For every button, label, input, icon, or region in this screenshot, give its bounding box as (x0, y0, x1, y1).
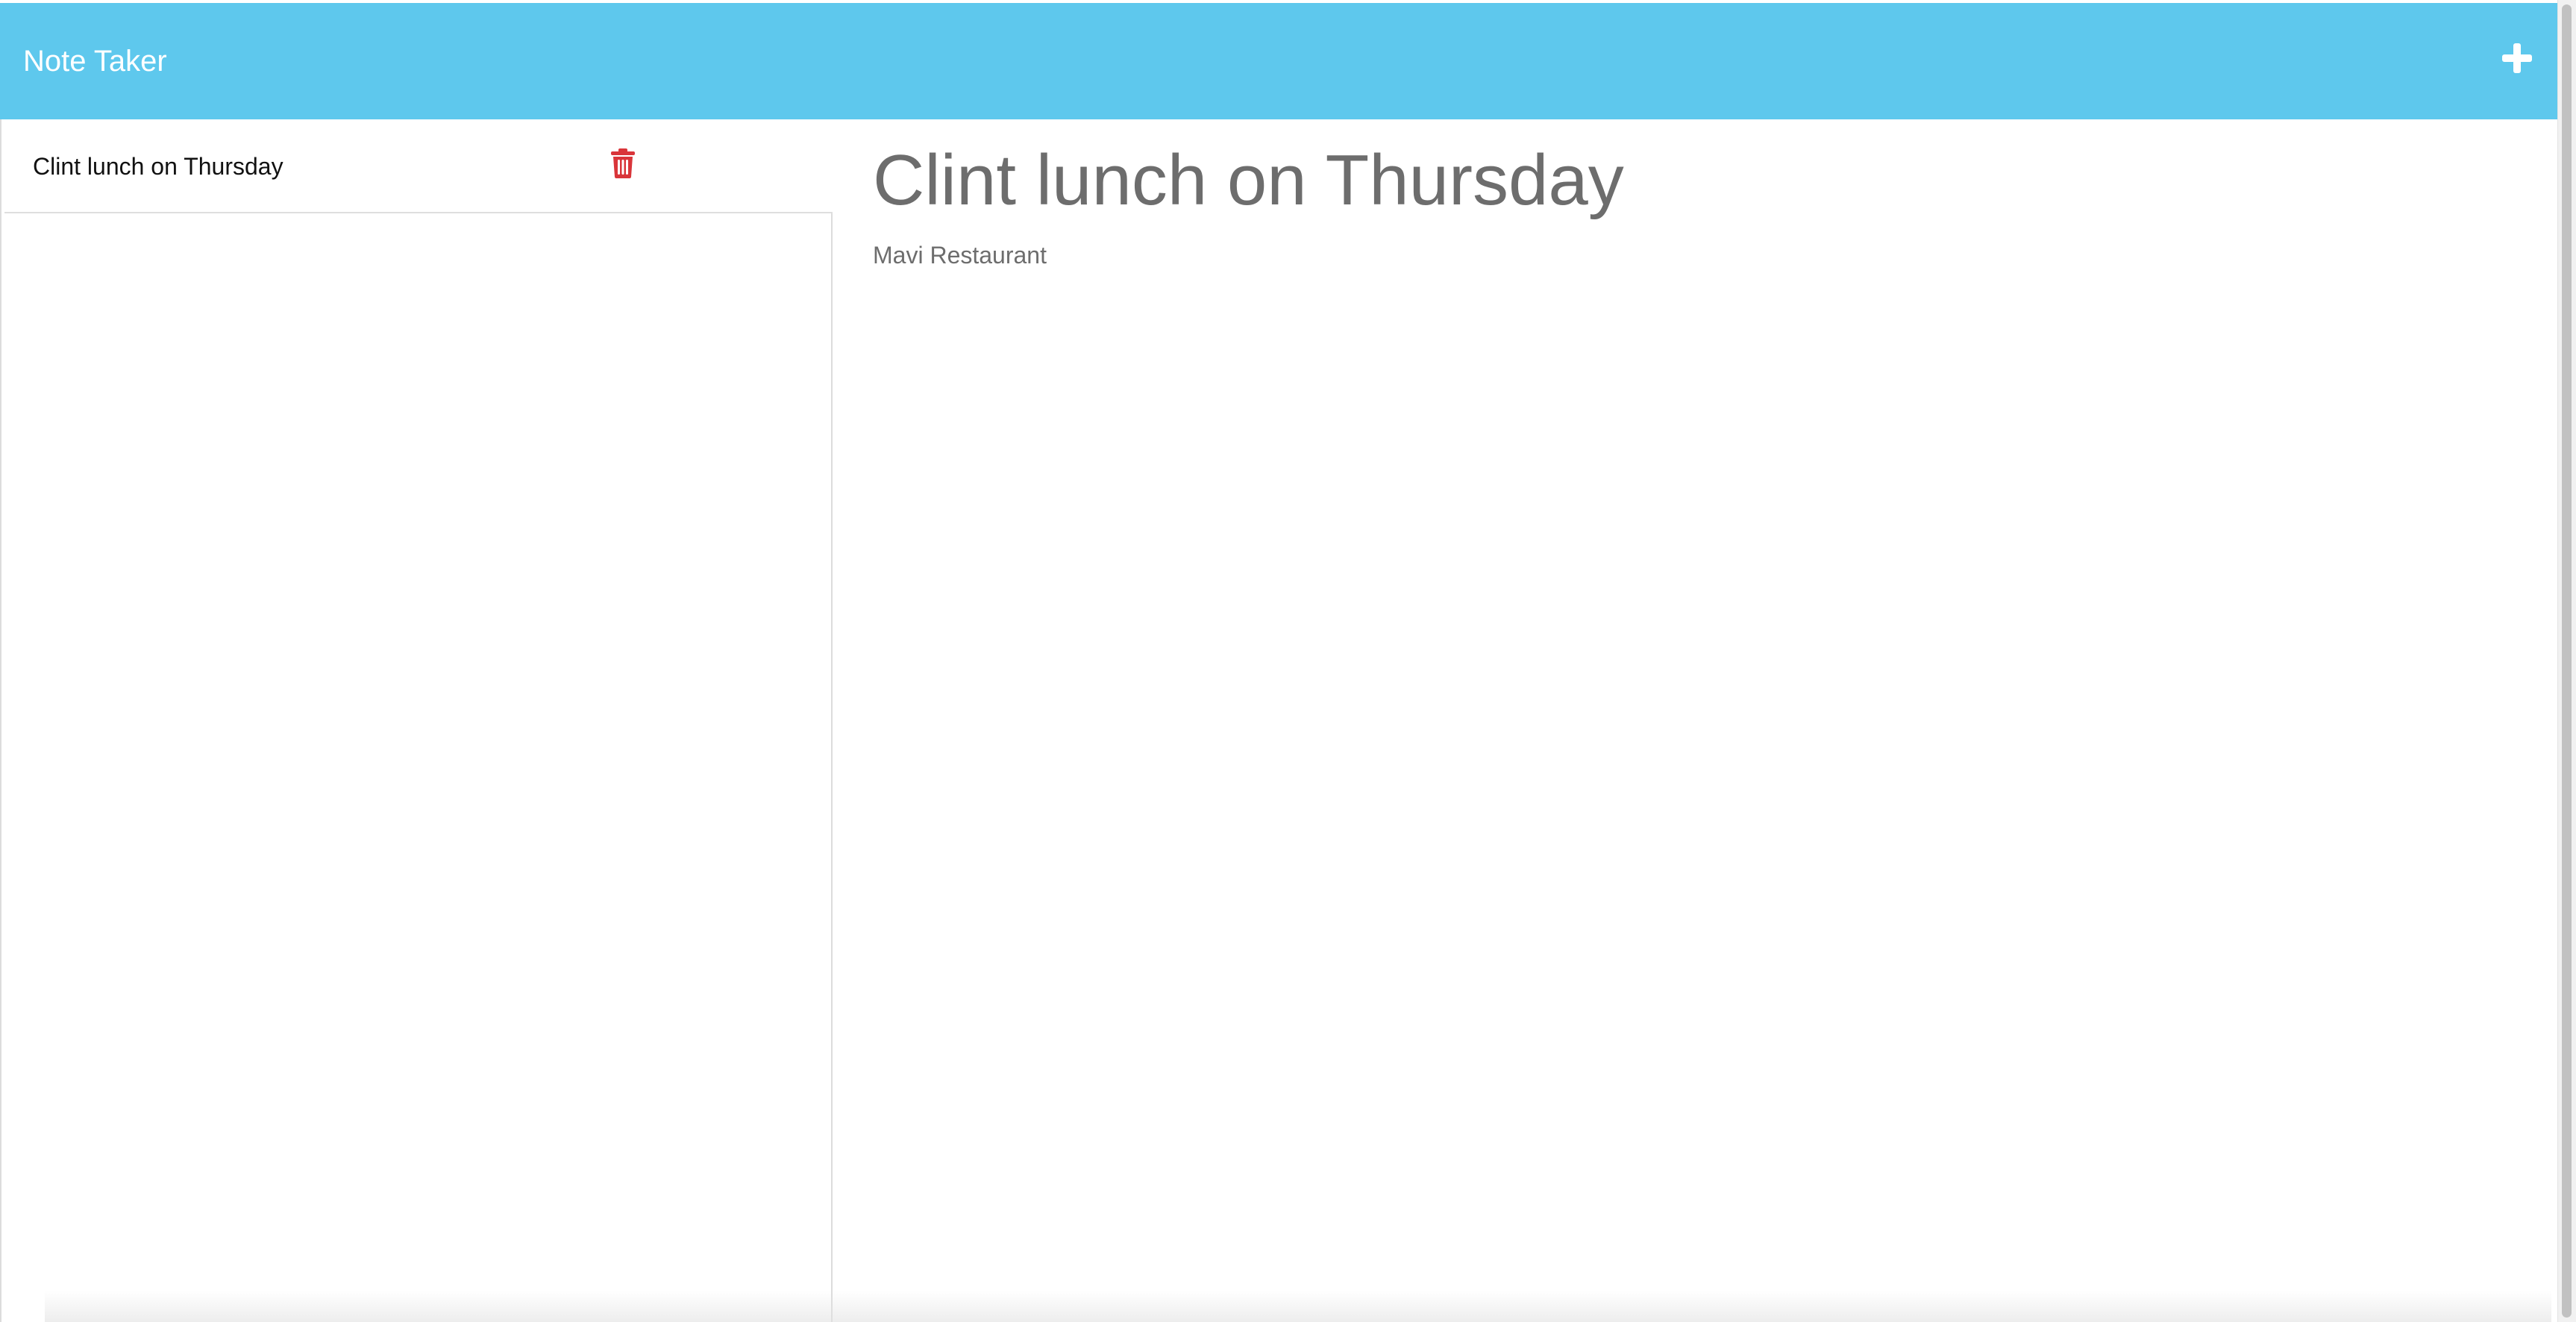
delete-note-button[interactable] (610, 148, 636, 179)
note-body-field[interactable]: Mavi Restaurant (873, 240, 1047, 270)
note-list-item-title[interactable]: Clint lunch on Thursday (33, 152, 283, 181)
scrollbar-thumb[interactable] (2562, 4, 2572, 1318)
app-title[interactable]: Note Taker (23, 43, 167, 79)
note-editor: Clint lunch on Thursday Mavi Restaurant (834, 119, 2557, 1322)
plus-icon (2502, 43, 2532, 73)
new-note-button[interactable] (2501, 40, 2533, 76)
note-title-field[interactable]: Clint lunch on Thursday (873, 139, 1624, 222)
note-list-item[interactable]: Clint lunch on Thursday (4, 119, 833, 213)
notes-sidebar: Clint lunch on Thursday (0, 119, 833, 1322)
top-navbar: Note Taker (0, 3, 2557, 119)
vertical-scrollbar[interactable] (2557, 0, 2576, 1322)
note-taker-app: Note Taker Clint lunch on Thursday Clint… (0, 0, 2576, 1322)
trash-icon (611, 148, 635, 178)
